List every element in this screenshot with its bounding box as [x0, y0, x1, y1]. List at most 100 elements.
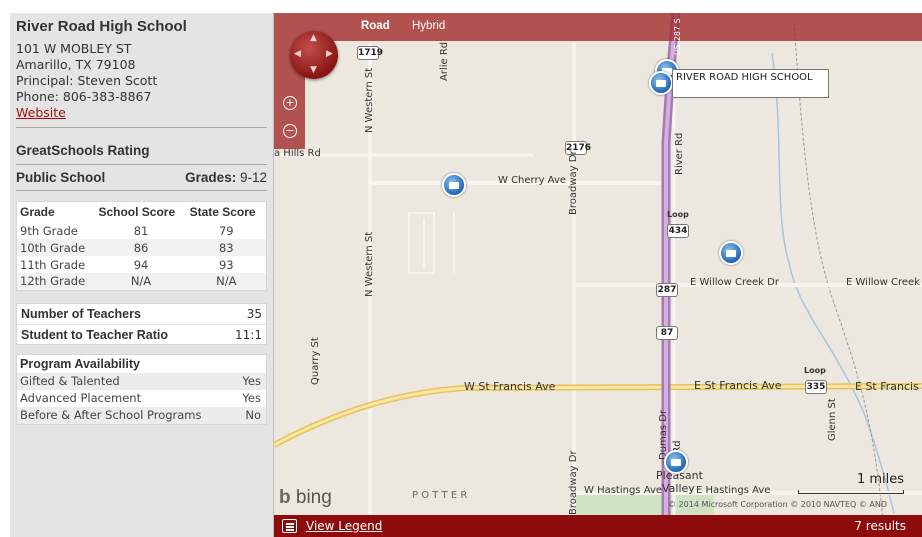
- scale-bar: [798, 490, 904, 494]
- map-footer: View Legend 7 results: [274, 515, 922, 537]
- pan-right-icon[interactable]: ▶: [326, 49, 333, 59]
- school-score-cell: 94: [133, 257, 149, 272]
- tab-hybrid[interactable]: Hybrid: [412, 20, 445, 32]
- state-score-cell: 93: [218, 257, 234, 272]
- results-count: 7 results: [854, 519, 906, 533]
- street-label: Broadway Dr: [568, 150, 579, 215]
- column-header: Grade: [20, 205, 55, 219]
- divider: [16, 190, 267, 191]
- street-label: E St Francis: [855, 380, 919, 393]
- program-label: Advanced Placement: [20, 390, 142, 405]
- program-value: Yes: [242, 390, 261, 405]
- street-label: E St Francis Ave: [694, 379, 782, 392]
- column-header: State Score: [189, 205, 256, 219]
- loop-label: Loop: [804, 366, 826, 375]
- street-label: E Willow Creek: [846, 277, 920, 288]
- list-item: Advanced Placement Yes: [17, 390, 266, 407]
- tab-road[interactable]: Road: [361, 20, 390, 32]
- list-item: Before & After School Programs No: [17, 406, 266, 424]
- zoom-in-icon[interactable]: +: [283, 96, 297, 110]
- highway-label: US-287 S: [673, 18, 682, 55]
- scores-table: Grade School Score State Score 9th Grade…: [16, 201, 267, 291]
- table-row: 10th Grade 86 83: [16, 239, 267, 256]
- legend-icon[interactable]: [282, 519, 297, 533]
- bing-logo-icon: b: [279, 487, 291, 508]
- grade-cell: 9th Grade: [20, 223, 78, 238]
- route-shield: 1719: [357, 46, 384, 60]
- pan-up-icon[interactable]: ▲: [310, 33, 317, 43]
- school-score-cell: 86: [95, 239, 187, 256]
- pan-left-icon[interactable]: ◀: [294, 49, 301, 59]
- bing-logo-text: bing: [295, 487, 332, 508]
- street-label: E Hastings Ave: [696, 485, 771, 496]
- school-type: Public School: [16, 170, 106, 185]
- divider: [16, 164, 267, 165]
- state-score-cell: 79: [218, 223, 234, 238]
- school-info-panel: River Road High School 101 W MOBLEY ST A…: [10, 13, 274, 537]
- route-shield: 87: [656, 326, 678, 340]
- grade-cell: 11th Grade: [20, 257, 86, 272]
- street-label: Glenn St: [827, 398, 838, 441]
- county-label: P O T T E R: [412, 490, 468, 501]
- school-street: 101 W MOBLEY ST: [16, 41, 132, 56]
- teachers-label: Number of Teachers: [21, 306, 141, 321]
- grade-cell: 10th Grade: [16, 239, 96, 256]
- grade-cell: 12th Grade: [16, 273, 96, 290]
- street-label: N Western St: [364, 231, 375, 297]
- street-label: E Willow Creek Dr: [690, 277, 779, 288]
- place-label: Valley: [662, 482, 695, 495]
- ratio-label: Student to Teacher Ratio: [21, 327, 169, 342]
- route-shield: 434: [667, 224, 689, 238]
- zoom-out-icon[interactable]: −: [283, 124, 297, 138]
- bing-logo: b bing: [279, 487, 332, 509]
- program-label: Before & After School Programs: [20, 407, 202, 422]
- divider: [16, 127, 267, 128]
- school-tooltip: RIVER ROAD HIGH SCHOOL: [672, 69, 829, 98]
- scale-label: 1 miles: [856, 472, 904, 487]
- school-pin-icon[interactable]: [664, 450, 688, 474]
- pan-down-icon[interactable]: ▼: [310, 65, 317, 75]
- website-link[interactable]: Website: [16, 105, 66, 120]
- school-pin-icon[interactable]: [719, 241, 743, 265]
- street-label: River Rd: [674, 132, 685, 175]
- ratio-row: Student to Teacher Ratio 11:1: [17, 323, 266, 344]
- school-score-cell: N/A: [95, 273, 187, 290]
- program-label: Gifted & Talented: [20, 373, 120, 388]
- map-toolbar: Road Hybrid: [274, 13, 922, 41]
- program-value: No: [245, 407, 261, 422]
- school-score-cell: 81: [133, 223, 149, 238]
- state-score-cell: 83: [186, 239, 267, 256]
- program-heading: Program Availability: [20, 356, 140, 371]
- street-label: W Hastings Ave: [584, 485, 663, 496]
- pan-control-icon[interactable]: ▲ ▼ ◀ ▶: [290, 31, 338, 79]
- school-city: Amarillo, TX 79108: [16, 57, 136, 72]
- column-header: School Score: [98, 205, 176, 219]
- school-principal: Principal: Steven Scott: [16, 73, 158, 88]
- street-label: W St Francis Ave: [464, 380, 556, 393]
- school-pin-icon[interactable]: [649, 71, 673, 95]
- school-type-row: Public School Grades: 9-12: [16, 170, 267, 185]
- route-shield: 335: [805, 380, 827, 394]
- view-legend-link[interactable]: View Legend: [306, 519, 382, 533]
- table-row: 9th Grade 81 79: [17, 222, 267, 239]
- route-shield: 287: [656, 283, 678, 297]
- grades-value: 9-12: [239, 170, 267, 185]
- teachers-value: 35: [246, 306, 262, 321]
- school-pin-icon[interactable]: [442, 173, 466, 197]
- street-label: N Western St: [364, 67, 375, 133]
- program-box: Program Availability Gifted & Talented Y…: [16, 353, 267, 425]
- street-label: a Hills Rd: [274, 148, 321, 159]
- teachers-box: Number of Teachers 35 Student to Teacher…: [16, 302, 267, 345]
- map-area[interactable]: Road Hybrid + − ▲ ▼ ◀ ▶ 1719 2176 434 28…: [274, 13, 922, 537]
- street-label: Arlie Rd: [439, 41, 450, 81]
- loop-label: Loop: [667, 210, 689, 219]
- street: [408, 212, 455, 274]
- school-name: River Road High School: [16, 18, 187, 35]
- street-label: Quarry St: [310, 337, 321, 385]
- list-item: Gifted & Talented Yes: [17, 372, 266, 390]
- rating-heading: GreatSchools Rating: [16, 143, 150, 158]
- table-row: 11th Grade 94 93: [17, 256, 267, 273]
- street-label: W Cherry Ave: [498, 175, 567, 186]
- teachers-row: Number of Teachers 35: [17, 304, 266, 324]
- grades-label: Grades:: [185, 170, 237, 185]
